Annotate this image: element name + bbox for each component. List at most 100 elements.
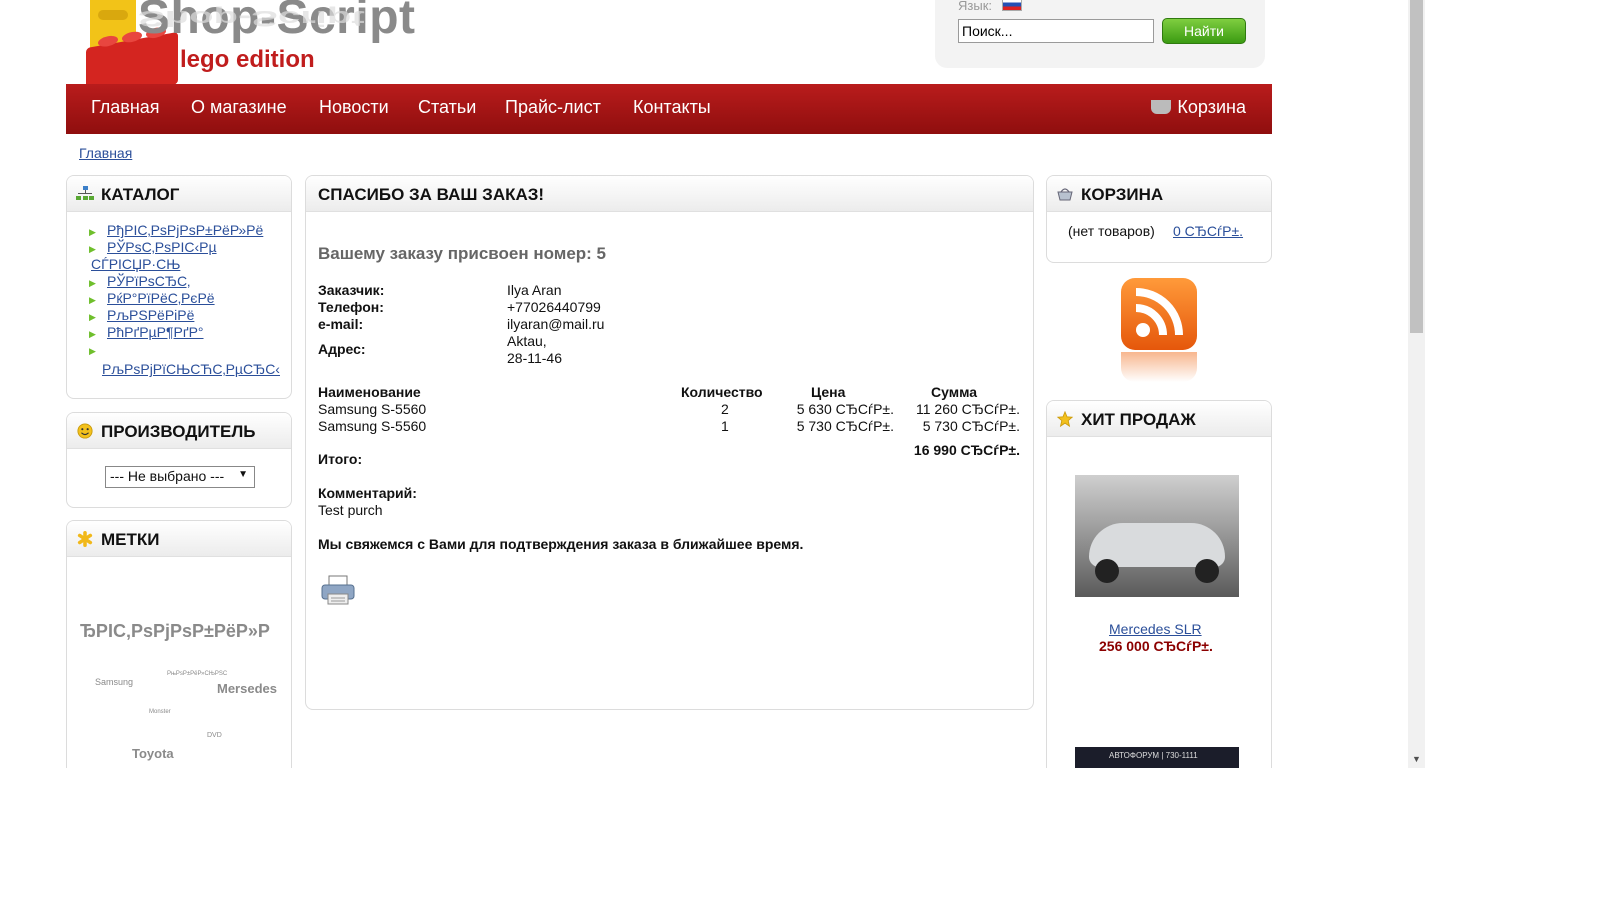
row-price: 5 730 СЂСѓР±. [796,418,894,434]
car-wheel [1095,559,1119,583]
address-line-1: Aktau, [507,333,547,349]
search-button[interactable]: Найти [1162,18,1246,44]
nav-news[interactable]: Новости [319,97,389,118]
nav-pricelist[interactable]: Прайс-лист [505,97,601,118]
cart-panel: КОРЗИНА (нет товаров) 0 СЂСѓР±. [1046,175,1272,263]
logo-subtitle: lego edition [180,46,315,73]
col-price: Цена [811,384,846,400]
arrow-right-icon: ▶ [89,346,96,356]
nav-cart[interactable]: Корзина [1151,97,1246,118]
order-number: Вашему заказу присвоен номер: 5 [318,244,607,263]
row-sum: 5 730 СЂСѓР±. [922,418,1020,434]
order-header: СПАСИБО ЗА ВАШ ЗАКАЗ! [306,176,1033,212]
tag-link[interactable]: DVD [207,732,222,739]
address-label: Адрес: [318,341,366,357]
customer-value: Ilya Aran [507,282,562,298]
tag-link[interactable]: Mersedes [217,681,277,696]
nav-home[interactable]: Главная [91,97,160,118]
arrow-right-icon: ▶ [89,329,96,339]
row-sum: 11 260 СЂСѓР±. [915,401,1020,417]
search-input[interactable] [958,19,1154,43]
catalog-item[interactable]: РљРѕРјРїСЊСЋС‚РµСЂС‹ [102,361,280,377]
manufacturer-title: ПРОИЗВОДИТЕЛЬ [101,422,256,441]
arrow-right-icon: ▶ [89,295,96,305]
catalog-item-continuation[interactable]: СЃРІСЏР·СЊ [91,256,180,272]
manufacturer-panel: ПРОИЗВОДИТЕЛЬ --- Не выбрано --- ▼ [66,412,292,508]
comment-label: Комментарий: [318,485,417,501]
tag-link[interactable]: Toyota [132,746,174,761]
smiley-icon [77,423,93,439]
tag-link[interactable]: Samsung [95,677,133,687]
row-qty: 2 [721,401,729,417]
col-sum: Сумма [931,384,978,400]
catalog-header: КАТАЛОГ [67,176,291,212]
sitemap-icon [76,186,94,200]
customer-label: Заказчик: [318,282,385,298]
product-image-mercedes[interactable] [1075,475,1239,597]
nav-contacts[interactable]: Контакты [633,97,711,118]
row-name: Samsung S-5560 [318,418,427,434]
star-icon [1056,411,1074,427]
manufacturer-select[interactable]: --- Не выбрано --- ▼ [105,466,255,488]
col-qty: Количество [681,384,763,400]
catalog-item[interactable]: РЎРїРѕСЂС‚ [107,273,190,289]
vertical-scrollbar[interactable]: ▼ [1408,0,1425,768]
address-line-2: 28-11-46 [507,350,563,366]
scrollbar-thumb[interactable] [1410,0,1423,333]
catalog-item[interactable]: РљРЅРёРіРё [107,307,194,323]
tags-panel: МЕТКИ ЂРІС‚РѕРјРѕР±РёР»Р Samsung РњРѕР±Р… [66,520,292,768]
email-label: e-mail: [318,316,364,332]
product-image-second[interactable]: АВТОФОРУМ | 730-1111 [1075,747,1239,768]
bestsellers-panel: ХИТ ПРОДАЖ Mercedes SLR 256 000 СЂСѓР±. … [1046,400,1272,768]
comment-value: Test purch [318,502,383,518]
catalog-item[interactable]: РЎРѕС‚РѕРІС‹Рµ [107,239,217,255]
row-name: Samsung S-5560 [318,401,427,417]
col-name: Наименование [318,384,421,400]
flag-ru-icon[interactable] [1002,0,1022,11]
tag-link[interactable]: Monster [149,709,171,715]
total-value: 16 990 СЂСѓР±. [913,442,1020,458]
bestsellers-title: ХИТ ПРОДАЖ [1081,410,1196,429]
printer-icon[interactable] [320,574,356,606]
language-label: Язык: [958,0,992,13]
cart-empty-text: (нет товаров) [1068,223,1155,239]
row-price: 5 630 СЂСѓР±. [796,401,894,417]
rss-waves [1135,288,1183,337]
nav-articles[interactable]: Статьи [418,97,476,118]
product-price: 256 000 СЂСѓР±. [1099,638,1213,654]
order-title: СПАСИБО ЗА ВАШ ЗАКАЗ! [318,185,545,204]
product-name-link[interactable]: Mercedes SLR [1109,621,1202,637]
logo-title-reflection: Shop-Script [138,5,365,30]
browser-viewport: Shop-Script Shop-Script lego edition Язы… [0,0,1408,768]
phone-label: Телефон: [318,299,384,315]
confirm-text: Мы свяжемся с Вами для подтверждения зак… [318,536,804,552]
catalog-panel: КАТАЛОГ ▶ РђРІС‚РѕРјРѕР±РёР»Рё ▶ РЎРѕС‚Р… [66,175,292,399]
chevron-down-icon: ▼ [238,469,248,480]
catalog-title: КАТАЛОГ [101,185,180,204]
total-label: Итого: [318,451,363,467]
tag-link[interactable]: ЂРІС‚РѕРјРѕР±РёР»Р [80,621,270,642]
cart-header: КОРЗИНА [1047,176,1271,212]
top-navigation: Главная О магазине Новости Статьи Прайс-… [66,84,1272,134]
arrow-right-icon: ▶ [89,312,96,322]
asterisk-icon [77,531,93,547]
rss-reflection [1121,352,1197,382]
nav-about[interactable]: О магазине [191,97,287,118]
arrow-right-icon: ▶ [89,227,96,237]
catalog-item[interactable]: РђРІС‚РѕРјРѕР±РёР»Рё [107,222,263,238]
cart-total-link[interactable]: 0 СЂСѓР±. [1173,223,1243,239]
manufacturer-select-value: --- Не выбрано --- [110,468,225,484]
catalog-item[interactable]: РћРґРµР¶РґР° [107,324,204,340]
row-qty: 1 [721,418,729,434]
order-confirmation-panel: СПАСИБО ЗА ВАШ ЗАКАЗ! Вашему заказу прис… [305,175,1034,710]
rss-icon[interactable] [1121,278,1197,350]
manufacturer-header: ПРОИЗВОДИТЕЛЬ [67,413,291,449]
tag-link[interactable]: РњРѕР±РёР»СЊРЅС [167,671,227,677]
bestsellers-header: ХИТ ПРОДАЖ [1047,401,1271,437]
catalog-item[interactable]: РќР°РїРёС‚РєРё [107,290,215,306]
breadcrumb-home[interactable]: Главная [79,145,132,161]
arrow-right-icon: ▶ [89,278,96,288]
search-box: Язык: Найти [935,0,1265,68]
product-image-caption: АВТОФОРУМ | 730-1111 [1109,751,1198,760]
scroll-down-arrow-icon[interactable]: ▼ [1408,751,1425,768]
